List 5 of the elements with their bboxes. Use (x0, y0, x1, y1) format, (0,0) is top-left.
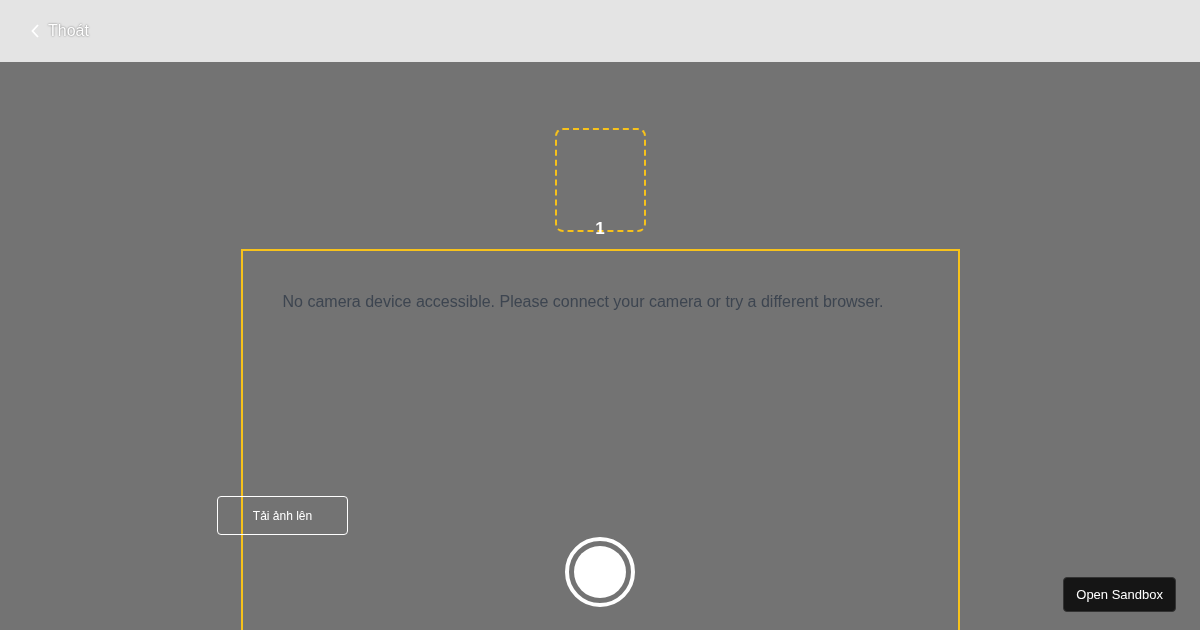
open-sandbox-button[interactable]: Open Sandbox (1063, 577, 1176, 612)
upload-button[interactable]: Tải ảnh lên (217, 496, 348, 535)
shutter-button[interactable] (565, 537, 635, 607)
photo-slot[interactable]: 1 (554, 128, 646, 232)
chevron-left-icon (31, 24, 40, 38)
